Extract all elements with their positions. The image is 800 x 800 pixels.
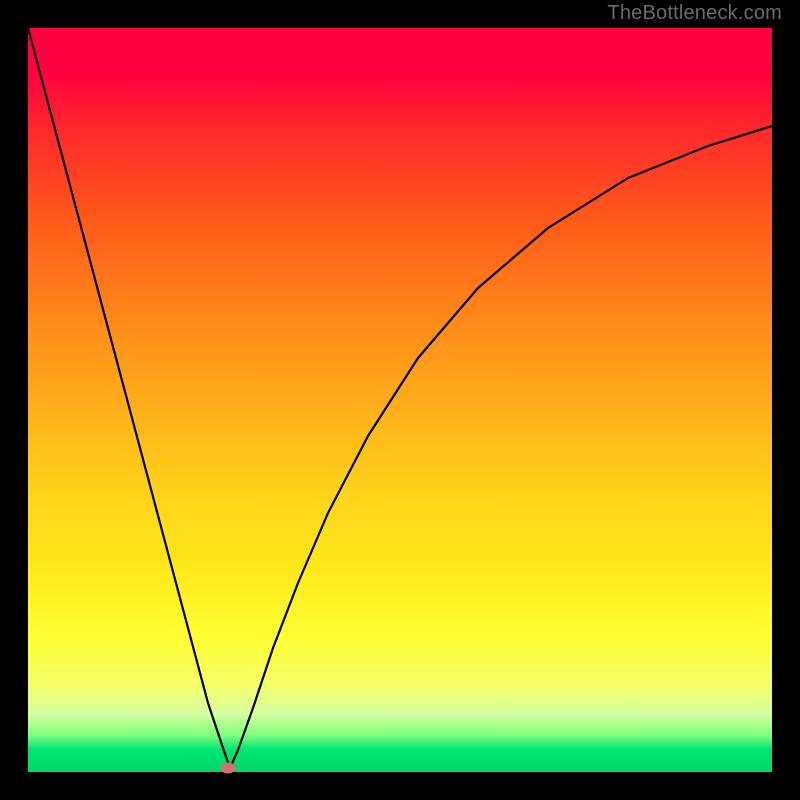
- watermark-text: TheBottleneck.com: [607, 2, 782, 25]
- chart-frame: TheBottleneck.com: [0, 0, 800, 800]
- plot-area: [28, 28, 772, 772]
- bottleneck-curve: [28, 28, 772, 772]
- optimum-marker: [221, 763, 236, 774]
